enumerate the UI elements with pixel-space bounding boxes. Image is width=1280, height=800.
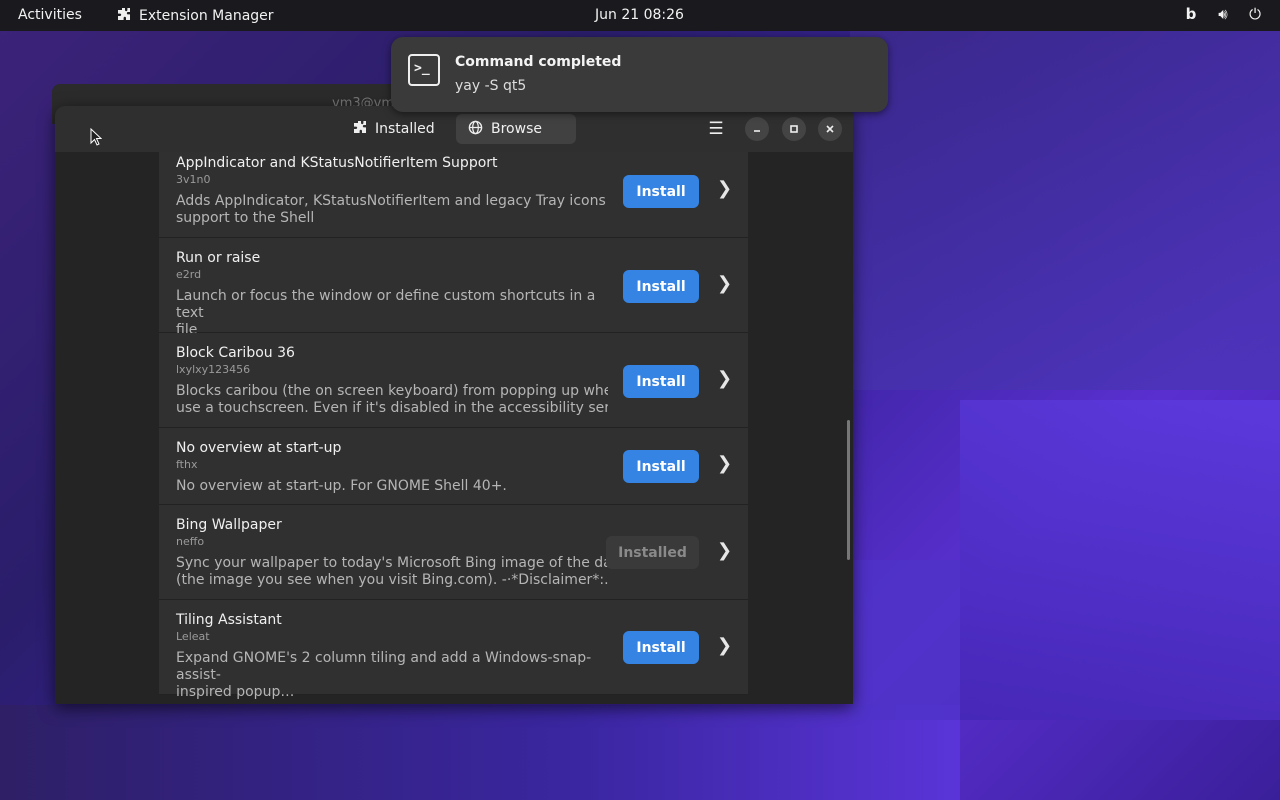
extension-description: Sync your wallpaper to today's Microsoft… xyxy=(176,555,608,589)
bing-icon[interactable]: b xyxy=(1182,5,1200,25)
extension-name: Bing Wallpaper xyxy=(176,517,282,533)
notification-body: yay -S qt5 xyxy=(455,78,527,94)
extension-list-view[interactable]: AppIndicator and KStatusNotifierItem Sup… xyxy=(55,152,853,704)
header-bar: Installed Browse ☰ xyxy=(55,106,853,152)
description-line: Blocks caribou (the on screen keyboard) … xyxy=(176,383,608,399)
extension-description: Expand GNOME's 2 column tiling and add a… xyxy=(176,650,608,701)
description-line: Sync your wallpaper to today's Microsoft… xyxy=(176,555,608,571)
puzzle-icon xyxy=(117,7,131,25)
chevron-right-icon[interactable]: ❯ xyxy=(717,453,732,474)
app-name: Extension Manager xyxy=(139,8,274,24)
chevron-right-icon[interactable]: ❯ xyxy=(717,635,732,656)
install-button[interactable]: Install xyxy=(623,450,699,483)
scrollbar[interactable] xyxy=(847,420,850,560)
hamburger-menu-icon[interactable]: ☰ xyxy=(704,117,728,141)
wallpaper-shape xyxy=(850,560,960,720)
chevron-right-icon[interactable]: ❯ xyxy=(717,178,732,199)
extension-description: Adds AppIndicator, KStatusNotifierItem a… xyxy=(176,193,608,227)
chevron-right-icon[interactable]: ❯ xyxy=(717,273,732,294)
extension-author: e2rd xyxy=(176,268,202,281)
description-line: Launch or focus the window or define cus… xyxy=(176,288,596,321)
extension-name: No overview at start-up xyxy=(176,440,342,456)
wallpaper-shape xyxy=(850,30,1280,390)
chevron-right-icon[interactable]: ❯ xyxy=(717,540,732,561)
extension-description: No overview at start-up. For GNOME Shell… xyxy=(176,478,608,495)
activities-button[interactable]: Activities xyxy=(18,7,82,23)
top-bar: Activities Extension Manager Jun 21 08:2… xyxy=(0,0,1280,31)
list-item[interactable]: Block Caribou 36 lxylxy123456 Blocks car… xyxy=(159,333,748,428)
list-item[interactable]: No overview at start-up fthx No overview… xyxy=(159,428,748,505)
install-button[interactable]: Install xyxy=(623,631,699,664)
puzzle-icon xyxy=(353,120,367,138)
mouse-cursor-icon xyxy=(90,128,102,146)
install-button[interactable]: Install xyxy=(623,270,699,303)
extension-author: 3v1n0 xyxy=(176,173,211,186)
list-item[interactable]: Run or raise e2rd Launch or focus the wi… xyxy=(159,238,748,338)
extension-name: Tiling Assistant xyxy=(176,612,282,628)
app-menu-button[interactable]: Extension Manager xyxy=(117,7,274,25)
extension-author: neffo xyxy=(176,535,205,548)
list-item[interactable]: AppIndicator and KStatusNotifierItem Sup… xyxy=(159,152,748,238)
extension-author: lxylxy123456 xyxy=(176,363,251,376)
wallpaper-shape xyxy=(960,400,1280,720)
extension-name: Run or raise xyxy=(176,250,261,266)
extension-author: Leleat xyxy=(176,630,210,643)
description-line: use a touchscreen. Even if it's disabled… xyxy=(176,400,608,416)
globe-icon xyxy=(468,120,483,139)
extension-manager-window: Installed Browse ☰ AppIndicator and KSta… xyxy=(55,106,853,704)
description-line: support to the Shell xyxy=(176,210,315,226)
wallpaper-shape xyxy=(0,705,960,800)
close-icon[interactable] xyxy=(818,117,842,141)
extension-list: AppIndicator and KStatusNotifierItem Sup… xyxy=(159,152,748,700)
description-line: Adds AppIndicator, KStatusNotifierItem a… xyxy=(176,193,606,209)
power-icon[interactable]: ⏻ xyxy=(1246,5,1264,25)
terminal-icon: >_ xyxy=(408,54,440,86)
description-line: (the image you see when you visit Bing.c… xyxy=(176,572,608,588)
chevron-right-icon[interactable]: ❯ xyxy=(717,368,732,389)
minimize-icon[interactable] xyxy=(745,117,769,141)
tab-installed[interactable]: Installed xyxy=(341,114,447,144)
notification-banner[interactable]: >_ Command completed yay -S qt5 xyxy=(391,37,888,112)
tab-label: Browse xyxy=(491,121,542,137)
notification-title: Command completed xyxy=(455,54,622,70)
volume-icon[interactable]: 🔊︎ xyxy=(1214,5,1232,25)
install-button[interactable]: Install xyxy=(623,175,699,208)
install-button[interactable]: Install xyxy=(623,365,699,398)
installed-button: Installed xyxy=(606,536,699,569)
extension-description: Launch or focus the window or define cus… xyxy=(176,288,608,339)
description-line: No overview at start-up. For GNOME Shell… xyxy=(176,478,507,494)
maximize-icon[interactable] xyxy=(782,117,806,141)
tab-label: Installed xyxy=(375,121,435,137)
extension-description: Blocks caribou (the on screen keyboard) … xyxy=(176,383,608,417)
description-line: inspired popup… xyxy=(176,684,295,700)
tab-browse[interactable]: Browse xyxy=(456,114,576,144)
extension-name: Block Caribou 36 xyxy=(176,345,295,361)
description-line: Expand GNOME's 2 column tiling and add a… xyxy=(176,650,592,683)
system-tray: b 🔊︎ ⏻ xyxy=(1182,5,1264,25)
list-item[interactable]: Bing Wallpaper neffo Sync your wallpaper… xyxy=(159,505,748,600)
extension-author: fthx xyxy=(176,458,198,471)
list-item[interactable]: Tiling Assistant Leleat Expand GNOME's 2… xyxy=(159,600,748,700)
clock[interactable]: Jun 21 08:26 xyxy=(595,7,684,23)
extension-name: AppIndicator and KStatusNotifierItem Sup… xyxy=(176,155,498,171)
